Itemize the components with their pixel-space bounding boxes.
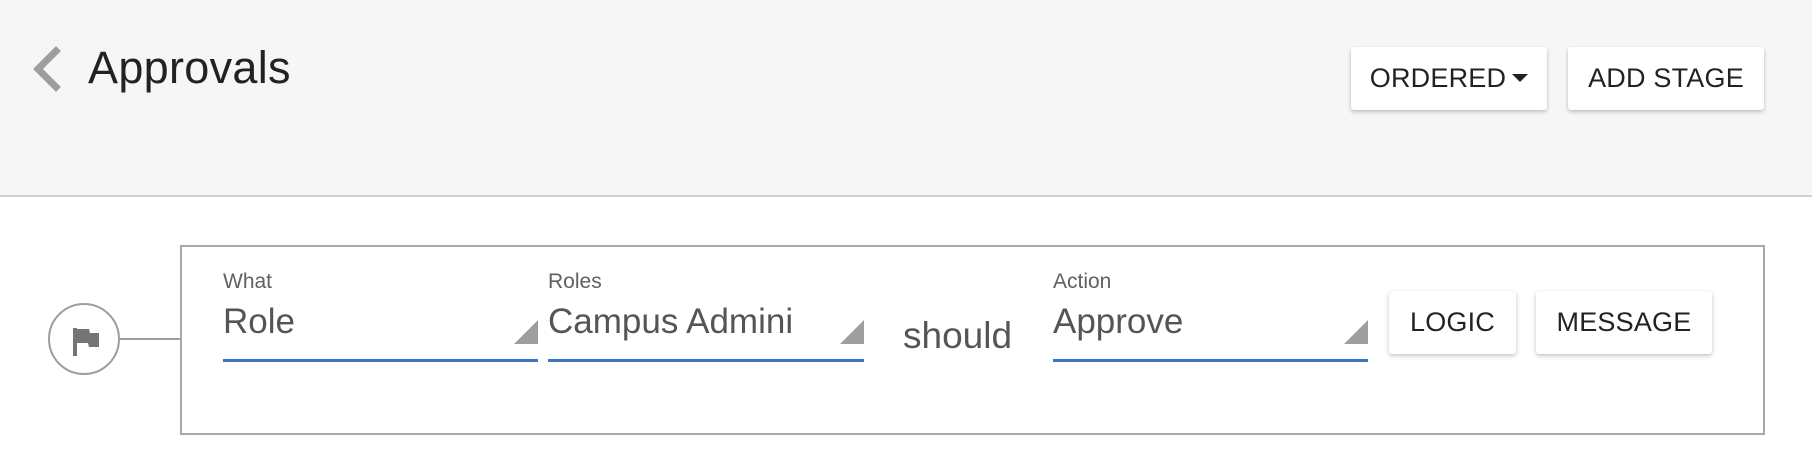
what-value: Role [223, 302, 295, 341]
ordered-button-label: ORDERED [1369, 63, 1507, 93]
approval-stage-card: What Role Roles Campus Admini should Act… [180, 245, 1765, 435]
select-arrow-icon [514, 320, 538, 344]
ordered-dropdown-button[interactable]: ORDERED [1351, 47, 1547, 110]
add-stage-button[interactable]: ADD STAGE [1568, 47, 1764, 110]
chevron-left-icon[interactable] [30, 45, 66, 93]
message-button[interactable]: MESSAGE [1536, 291, 1712, 354]
stage-marker [48, 303, 120, 375]
action-label: Action [1053, 270, 1112, 293]
page-title: Approvals [88, 42, 291, 93]
connector-text: should [903, 315, 1013, 356]
select-arrow-icon [1344, 320, 1368, 344]
action-select[interactable]: Action Approve [1053, 270, 1368, 362]
what-label: What [223, 270, 273, 293]
caret-down-icon [1512, 73, 1529, 82]
flag-icon [73, 328, 99, 356]
roles-label: Roles [548, 270, 602, 293]
stage-connector-line [120, 338, 180, 340]
roles-select[interactable]: Roles Campus Admini [548, 270, 864, 362]
action-value: Approve [1053, 302, 1184, 341]
roles-underline [548, 359, 864, 362]
logic-button[interactable]: LOGIC [1389, 291, 1516, 354]
roles-value: Campus Admini [548, 302, 794, 341]
what-select[interactable]: What Role [223, 270, 538, 362]
select-arrow-icon [840, 320, 864, 344]
action-underline [1053, 359, 1368, 362]
page-header: Approvals ORDERED ADD STAGE [0, 0, 1812, 197]
what-underline [223, 359, 538, 362]
